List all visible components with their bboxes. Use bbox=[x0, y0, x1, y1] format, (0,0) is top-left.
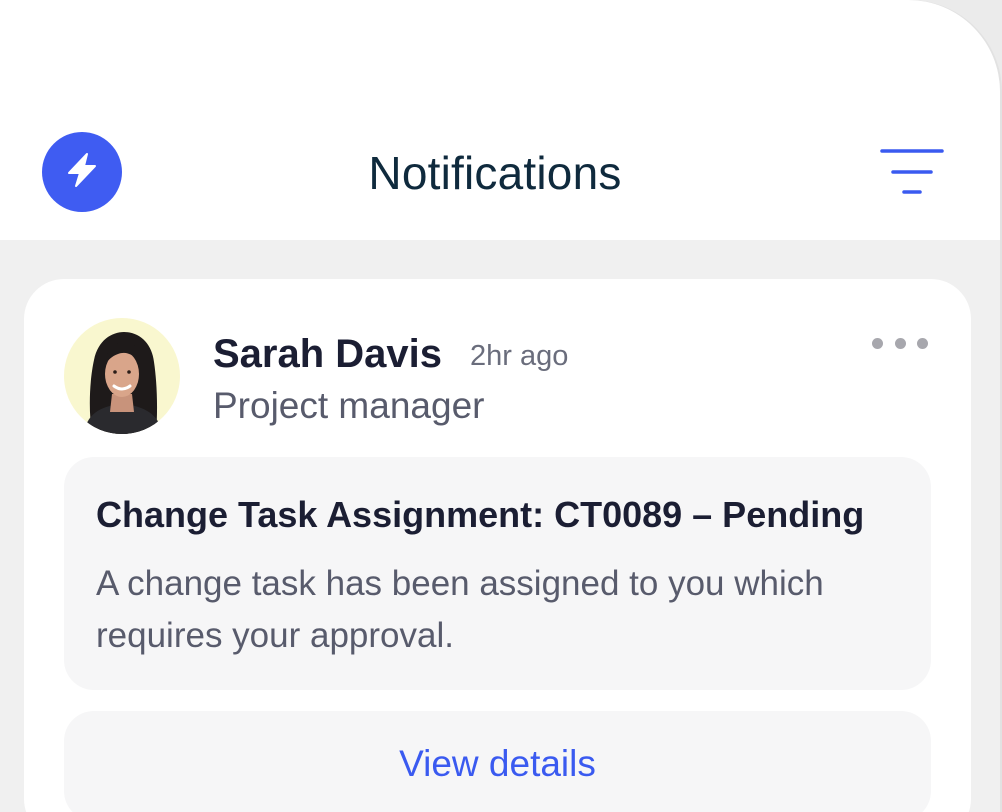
more-horizontal-icon bbox=[917, 337, 928, 349]
sender-name: Sarah Davis bbox=[213, 332, 443, 376]
page-title: Notifications bbox=[368, 147, 622, 199]
sender-role: Project manager bbox=[213, 385, 485, 426]
view-details-label: View details bbox=[399, 743, 596, 784]
notifications-screen: Notifications Sarah Davis 2hr ago Projec… bbox=[0, 0, 1000, 812]
view-details-button[interactable]: View details bbox=[64, 711, 931, 812]
message-box: Change Task Assignment: CT0089 – Pending… bbox=[64, 457, 931, 690]
avatar bbox=[64, 318, 180, 434]
more-horizontal-icon bbox=[872, 337, 883, 349]
message-title: Change Task Assignment: CT0089 – Pending bbox=[96, 494, 865, 535]
more-options-button[interactable] bbox=[872, 331, 928, 355]
filter-button[interactable] bbox=[872, 140, 952, 204]
app-header: Notifications bbox=[0, 0, 1000, 240]
filter-lines-icon bbox=[872, 149, 952, 208]
message-body: A change task has been assigned to you w… bbox=[96, 564, 824, 655]
timestamp: 2hr ago bbox=[470, 340, 569, 372]
notification-card[interactable]: Sarah Davis 2hr ago Project manager Chan… bbox=[24, 279, 971, 812]
more-horizontal-icon bbox=[894, 337, 906, 349]
